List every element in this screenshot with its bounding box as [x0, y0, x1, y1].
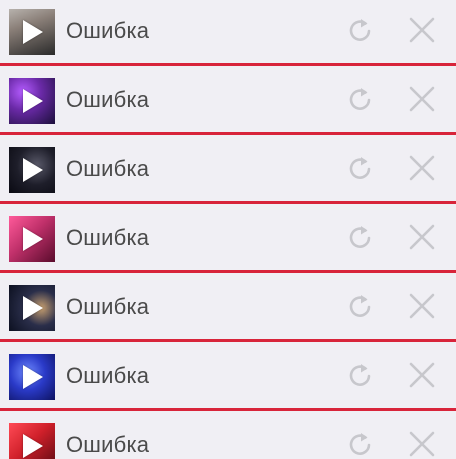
play-icon: [23, 434, 43, 458]
play-icon: [23, 158, 43, 182]
video-thumbnail[interactable]: [9, 423, 55, 459]
list-item[interactable]: Ошибка: [0, 138, 456, 204]
retry-icon: [349, 88, 371, 110]
retry-button[interactable]: [346, 16, 374, 44]
close-icon: [409, 224, 435, 250]
delete-button[interactable]: [408, 16, 436, 44]
delete-button[interactable]: [408, 223, 436, 251]
close-icon: [409, 293, 435, 319]
item-status-label: Ошибка: [66, 156, 150, 181]
video-thumbnail[interactable]: [9, 354, 55, 400]
retry-icon: [349, 433, 371, 455]
retry-icon: [349, 157, 371, 179]
close-icon: [409, 155, 435, 181]
delete-button[interactable]: [408, 154, 436, 182]
list-item[interactable]: Ошибка: [0, 69, 456, 135]
item-status-label: Ошибка: [66, 18, 150, 43]
retry-icon: [349, 226, 371, 248]
video-thumbnail[interactable]: [9, 9, 55, 55]
list-item[interactable]: Ошибка: [0, 345, 456, 411]
play-icon: [23, 89, 43, 113]
play-icon: [23, 365, 43, 389]
retry-button[interactable]: [346, 154, 374, 182]
play-icon: [23, 296, 43, 320]
retry-icon: [349, 19, 371, 41]
delete-button[interactable]: [408, 430, 436, 458]
play-icon: [23, 227, 43, 251]
video-thumbnail[interactable]: [9, 216, 55, 262]
item-status-label: Ошибка: [66, 87, 150, 112]
item-status-label: Ошибка: [66, 363, 150, 388]
play-icon: [23, 20, 43, 44]
retry-button[interactable]: [346, 430, 374, 458]
list-item[interactable]: Ошибка: [0, 0, 456, 66]
video-thumbnail[interactable]: [9, 78, 55, 124]
list-item[interactable]: Ошибка: [0, 207, 456, 273]
retry-button[interactable]: [346, 223, 374, 251]
close-icon: [409, 431, 435, 457]
download-list: Ошибка Ошибка Ошибка Ошибка Ошибка Ошибк…: [0, 0, 456, 459]
retry-button[interactable]: [346, 85, 374, 113]
video-thumbnail[interactable]: [9, 147, 55, 193]
retry-button[interactable]: [346, 292, 374, 320]
item-status-label: Ошибка: [66, 432, 150, 457]
delete-button[interactable]: [408, 292, 436, 320]
delete-button[interactable]: [408, 361, 436, 389]
list-item[interactable]: Ошибка: [0, 276, 456, 342]
video-thumbnail[interactable]: [9, 285, 55, 331]
retry-icon: [349, 295, 371, 317]
close-icon: [409, 17, 435, 43]
close-icon: [409, 86, 435, 112]
close-icon: [409, 362, 435, 388]
list-item[interactable]: Ошибка: [0, 414, 456, 459]
retry-icon: [349, 364, 371, 386]
item-status-label: Ошибка: [66, 225, 150, 250]
delete-button[interactable]: [408, 85, 436, 113]
retry-button[interactable]: [346, 361, 374, 389]
item-status-label: Ошибка: [66, 294, 150, 319]
